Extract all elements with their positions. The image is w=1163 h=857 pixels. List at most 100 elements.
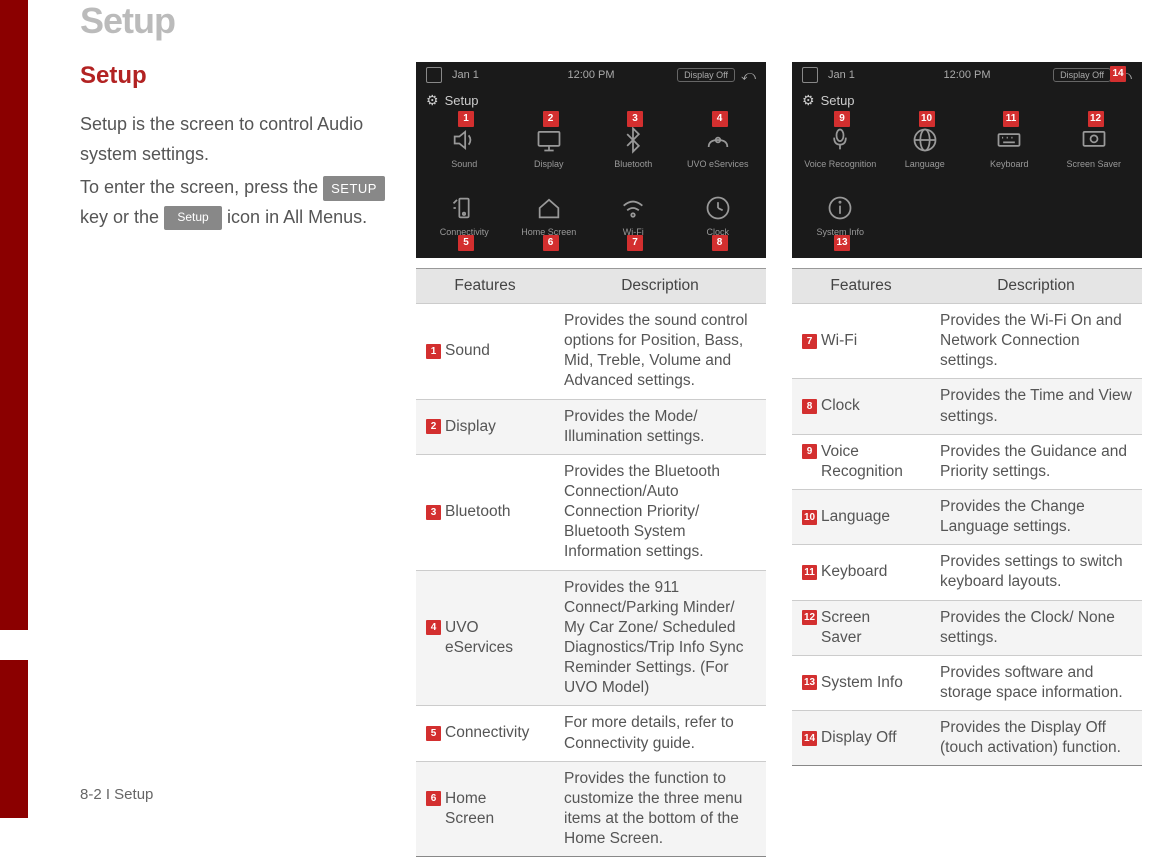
table-row: 12ScreenSaverProvides the Clock/ None se… <box>792 600 1142 655</box>
setup-grid-item: Language 10 <box>883 113 968 181</box>
intro-column: Setup Setup is the screen to control Aud… <box>80 62 390 857</box>
table-row: 8ClockProvides the Time and View setting… <box>792 379 1142 434</box>
feature-name: Language <box>821 508 890 525</box>
feature-number: 4 <box>426 620 441 635</box>
feature-number: 10 <box>802 510 817 525</box>
uvo-icon <box>702 124 734 156</box>
setup-grid-item: Connectivity5 <box>422 181 507 249</box>
gear-icon: ⚙ <box>802 92 815 109</box>
marker-2: 2 <box>543 111 559 127</box>
feature-number: 12 <box>802 610 817 625</box>
setup-grid-item: UVO eServices 4 <box>676 113 761 181</box>
table-row: 7Wi-FiProvides the Wi-Fi On and Network … <box>792 304 1142 379</box>
feature-cell: 9VoiceRecognition <box>792 434 930 489</box>
clock-icon <box>702 192 734 224</box>
page-title: Setup <box>80 0 1163 42</box>
feature-cell: 6HomeScreen <box>416 761 554 857</box>
grid-icon-label: Language <box>905 160 945 170</box>
marker-1: 1 <box>458 111 474 127</box>
feature-number: 9 <box>802 444 817 459</box>
table-row: 14Display OffProvides the Display Off (t… <box>792 711 1142 766</box>
keyboard-icon <box>993 124 1025 156</box>
feature-name: Sound <box>445 342 490 359</box>
table-row: 6HomeScreenProvides the function to cust… <box>416 761 766 857</box>
description-cell: Provides settings to switch keyboard lay… <box>930 545 1142 600</box>
marker-10: 10 <box>919 111 935 127</box>
feature-cell: 4UVOeServices <box>416 570 554 706</box>
screen-title: Setup <box>821 93 855 108</box>
feature-cell: 3Bluetooth <box>416 454 554 570</box>
status-time: 12:00 PM <box>567 69 614 81</box>
screen-title: Setup <box>445 93 479 108</box>
wifi-icon <box>617 192 649 224</box>
saver-icon <box>1078 124 1110 156</box>
marker-8: 8 <box>712 235 728 251</box>
gear-icon: ⚙ <box>426 92 439 109</box>
feature-cell: 1 Sound <box>416 304 554 400</box>
grid-icon-label: Keyboard <box>990 160 1029 170</box>
description-cell: Provides the 911 Connect/Parking Minder/… <box>554 570 766 706</box>
header-features: Features <box>792 269 930 304</box>
marker-9: 9 <box>834 111 850 127</box>
table-row: 3BluetoothProvides the Bluetooth Connect… <box>416 454 766 570</box>
table-row: 2DisplayProvides the Mode/ Illumination … <box>416 399 766 454</box>
feature-name: System Info <box>821 674 903 691</box>
connectivity-icon <box>448 192 480 224</box>
intro-paragraph-2: To enter the screen, press the SETUP key… <box>80 173 390 232</box>
sysinfo-icon <box>824 192 856 224</box>
description-cell: Provides the Mode/ Illumination settings… <box>554 399 766 454</box>
status-date: Jan 1 <box>452 69 479 81</box>
setup-grid-item: Screen Saver12 <box>1052 113 1137 181</box>
description-cell: Provides the Display Off (touch activati… <box>930 711 1142 766</box>
grid-icon-label: Screen Saver <box>1066 160 1121 170</box>
marker-14: 14 <box>1110 66 1126 82</box>
description-cell: Provides the Change Language settings. <box>930 489 1142 544</box>
marker-6: 6 <box>543 235 559 251</box>
description-cell: Provides the Time and View settings. <box>930 379 1142 434</box>
marker-11: 11 <box>1003 111 1019 127</box>
feature-cell: 5Connectivity <box>416 706 554 761</box>
header-description: Description <box>930 269 1142 304</box>
setup-grid-item <box>883 181 968 249</box>
table-row: 9VoiceRecognitionProvides the Guidance a… <box>792 434 1142 489</box>
status-date: Jan 1 <box>828 69 855 81</box>
setup-grid-item <box>1052 181 1137 249</box>
marker-5: 5 <box>458 235 474 251</box>
marker-3: 3 <box>627 111 643 127</box>
marker-13: 13 <box>834 235 850 251</box>
description-cell: Provides the Wi-Fi On and Network Connec… <box>930 304 1142 379</box>
setup-key-chip: SETUP <box>323 176 385 201</box>
grid-icon-label: Display <box>534 160 564 170</box>
features-table-2: Features Description 7Wi-FiProvides the … <box>792 268 1142 766</box>
feature-cell: 14Display Off <box>792 711 930 766</box>
home-icon <box>426 67 442 83</box>
description-cell: For more details, refer to Connectivity … <box>554 706 766 761</box>
setup-grid-item: Home Screen6 <box>507 181 592 249</box>
grid-icon-label: Voice Recognition <box>804 160 876 170</box>
feature-number: 3 <box>426 505 441 520</box>
setup-icon-chip: Setup <box>164 206 222 230</box>
marker-4: 4 <box>712 111 728 127</box>
status-time: 12:00 PM <box>943 69 990 81</box>
bluetooth-icon <box>617 124 649 156</box>
feature-number: 13 <box>802 675 817 690</box>
header-features: Features <box>416 269 554 304</box>
feature-name: Wi-Fi <box>821 332 857 349</box>
display-off-pill: Display Off <box>677 68 735 82</box>
setup-grid-item: Bluetooth3 <box>591 113 676 181</box>
grid-icon-label: UVO eServices <box>687 160 749 170</box>
setup-grid-item <box>967 181 1052 249</box>
marker-7: 7 <box>627 235 643 251</box>
description-cell: Provides the sound control options for P… <box>554 304 766 400</box>
section-title: Setup <box>80 62 390 90</box>
header-description: Description <box>554 269 766 304</box>
feature-number: 1 <box>426 344 441 359</box>
table-row: 11KeyboardProvides settings to switch ke… <box>792 545 1142 600</box>
description-cell: Provides the Bluetooth Connection/Auto C… <box>554 454 766 570</box>
home-icon <box>802 67 818 83</box>
table-row: 5ConnectivityFor more details, refer to … <box>416 706 766 761</box>
setup-grid-item: Display 2 <box>507 113 592 181</box>
setup-grid-item: Sound1 <box>422 113 507 181</box>
back-icon: ⤺ <box>741 67 756 84</box>
feature-cell: 8Clock <box>792 379 930 434</box>
